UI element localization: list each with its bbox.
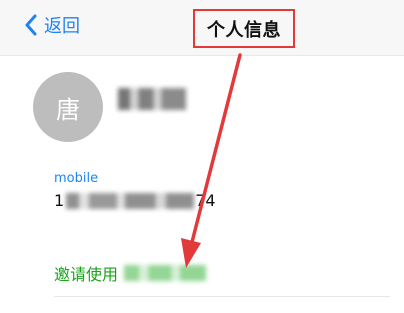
divider (54, 296, 390, 297)
invite-button[interactable]: 邀请使用 (54, 260, 207, 286)
mobile-suffix: 74 (195, 190, 216, 210)
mobile-redacted (66, 192, 195, 209)
chevron-left-icon (24, 14, 38, 40)
back-button[interactable]: 返回 (24, 12, 80, 42)
name-redacted (118, 88, 186, 110)
title-highlight-box: 个人信息 (193, 9, 295, 48)
nav-bar: 返回 个人信息 (0, 0, 404, 56)
mobile-prefix: 1 (54, 190, 65, 210)
profile-screen: 返回 个人信息 唐 mobile 1 74 邀请使用 (0, 0, 404, 313)
invite-label: 邀请使用 (54, 265, 119, 284)
mobile-label: mobile (54, 171, 99, 186)
avatar[interactable]: 唐 (33, 72, 103, 142)
page-title: 个人信息 (207, 19, 281, 41)
mobile-value[interactable]: 1 74 (54, 190, 216, 210)
avatar-text: 唐 (56, 95, 80, 124)
back-label: 返回 (44, 16, 80, 37)
invite-app-redacted (124, 265, 207, 281)
